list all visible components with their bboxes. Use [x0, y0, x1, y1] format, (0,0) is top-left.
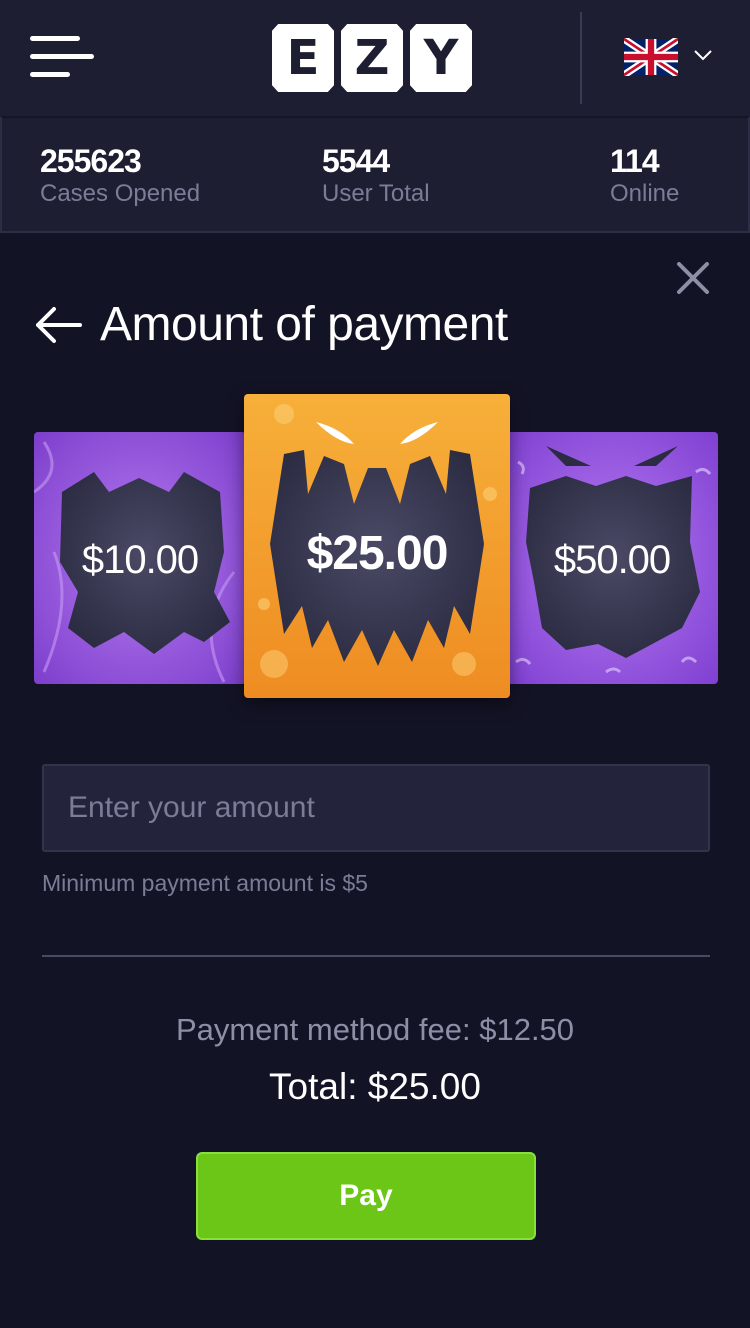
amount-input[interactable]	[42, 764, 710, 852]
hamburger-menu-icon[interactable]	[30, 36, 96, 80]
amount-card-10[interactable]: $10.00	[34, 432, 246, 684]
close-icon[interactable]: X	[676, 262, 710, 294]
stat-online: 114 Online	[610, 142, 679, 208]
top-header: E Z Y EZY	[0, 0, 750, 116]
stat-value: 255623	[40, 143, 142, 179]
amount-card-50[interactable]: $50.00	[506, 432, 718, 684]
stat-label: Cases Opened	[40, 180, 201, 207]
ezy-logo[interactable]: E Z Y EZY	[272, 24, 472, 92]
total-text: Total: $25.00	[269, 1066, 481, 1107]
stat-label: Online	[610, 180, 680, 207]
minimum-amount-note: Minimum payment amount is $5	[42, 870, 368, 896]
logo-letter: Y	[410, 24, 472, 92]
back-arrow-icon[interactable]	[34, 306, 84, 344]
logo-letter: E	[272, 24, 334, 92]
stat-value: 114	[610, 143, 660, 179]
section-divider	[42, 955, 710, 957]
chevron-down-icon	[694, 50, 712, 61]
amount-card-25-selected[interactable]: $25.00	[244, 394, 510, 698]
stat-label: User Total	[322, 180, 430, 207]
payment-fee-text: Payment method fee: $12.50	[175, 1012, 575, 1047]
uk-flag-icon	[624, 38, 678, 76]
card-amount: $10.00	[81, 538, 199, 582]
page-title: Amount of payment	[100, 298, 508, 351]
stat-user-total: 5544 User Total	[322, 142, 430, 208]
logo-letter: Z	[341, 24, 403, 92]
logo-text: EZY	[272, 24, 273, 25]
language-selector[interactable]	[622, 36, 722, 80]
card-amount: $25.00	[306, 527, 449, 580]
stats-bar: 255623 Cases Opened 5544 User Total 114 …	[0, 116, 750, 233]
header-divider	[580, 12, 582, 104]
stat-value: 5544	[322, 143, 390, 179]
stat-cases-opened: 255623 Cases Opened	[40, 142, 200, 208]
pay-button[interactable]: Pay	[196, 1152, 536, 1240]
card-amount: $50.00	[553, 538, 671, 582]
